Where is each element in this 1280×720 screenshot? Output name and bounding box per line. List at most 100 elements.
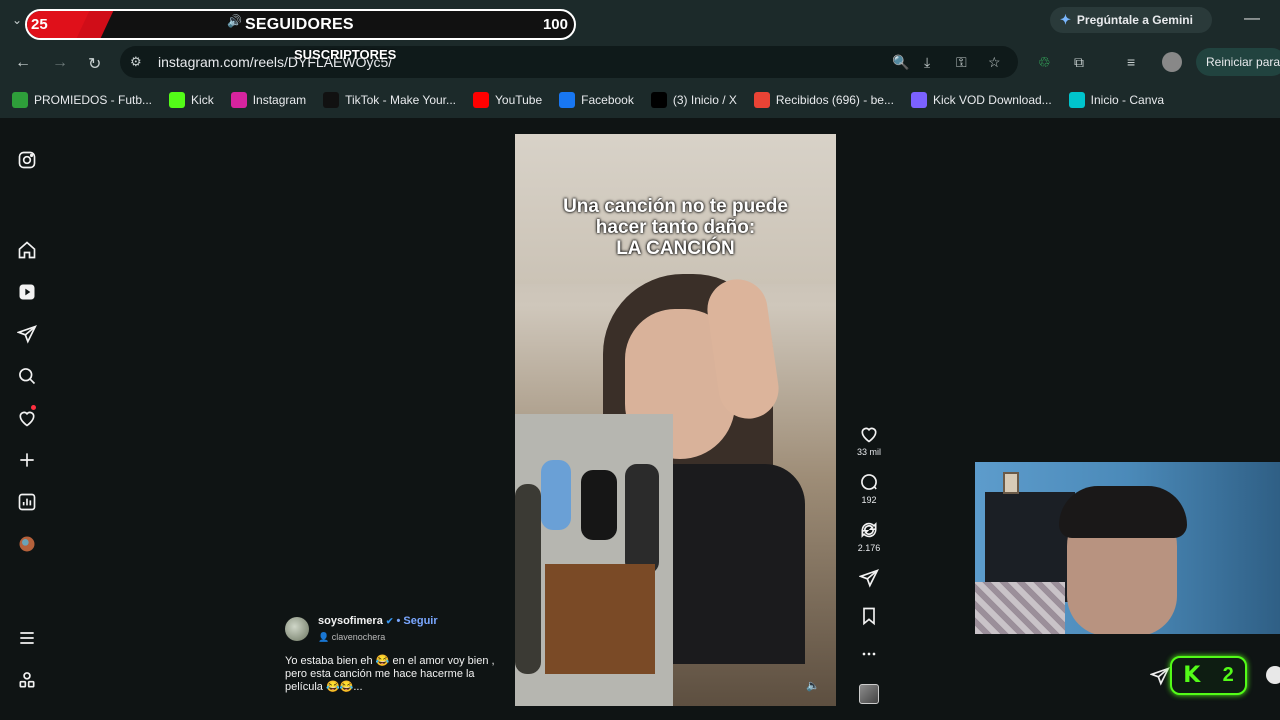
browser-toolbar: ← → ↻ ⚙ instagram.com/reels/DYFLAEWOyc5/… bbox=[0, 42, 1280, 82]
follower-goal-bar: 25 🔊 SEGUIDORES 100 bbox=[25, 9, 576, 40]
inset-table bbox=[545, 564, 655, 674]
goal-target-count: 100 bbox=[542, 16, 568, 33]
save-button[interactable] bbox=[852, 606, 886, 626]
goal-sublabel: SUSCRIPTORES bbox=[294, 47, 397, 62]
send-icon[interactable] bbox=[1150, 666, 1170, 686]
reel-caption-line1: Una canción no te puede bbox=[563, 196, 788, 217]
extension-green-icon[interactable]: ♲ bbox=[1038, 54, 1051, 71]
repost-icon bbox=[861, 522, 877, 538]
reel-video[interactable]: Una canción no te puede hacer tanto daño… bbox=[515, 134, 836, 706]
profile-avatar-icon[interactable] bbox=[17, 534, 37, 554]
messenger-bubble-icon[interactable] bbox=[1266, 666, 1280, 684]
webcam-bed bbox=[975, 582, 1065, 634]
verified-badge-icon: ✔ bbox=[385, 616, 394, 626]
bookmark-item[interactable]: Facebook bbox=[559, 92, 634, 108]
audio-attribution[interactable]: 👤 clavenochera bbox=[318, 632, 385, 643]
reel-caption-line3: LA CANCIÓN bbox=[616, 238, 735, 259]
author-name-row: soysofimera ✔ • Seguir bbox=[318, 615, 438, 627]
audio-thumbnail[interactable] bbox=[859, 684, 879, 704]
ellipsis-icon bbox=[862, 652, 876, 656]
media-controls-icon[interactable]: ≡ bbox=[1127, 54, 1135, 70]
profile-avatar[interactable] bbox=[1162, 52, 1182, 72]
bookmark-item[interactable]: Inicio - Canva bbox=[1068, 92, 1164, 108]
notifications-heart-icon[interactable] bbox=[17, 405, 37, 428]
more-menu-icon[interactable] bbox=[17, 628, 37, 648]
notification-dot bbox=[31, 405, 36, 410]
bookmark-item[interactable]: (3) Inicio / X bbox=[650, 92, 737, 108]
tab-search-chevron-icon[interactable]: ⌄ bbox=[12, 13, 26, 27]
share-button[interactable] bbox=[852, 568, 886, 588]
bookmark-label: Instagram bbox=[252, 93, 307, 107]
like-button[interactable]: 33 mil bbox=[852, 424, 886, 457]
bookmark-item[interactable]: PROMIEDOS - Futb... bbox=[12, 92, 152, 108]
extensions-puzzle-icon[interactable]: ⧉ bbox=[1074, 54, 1084, 71]
address-bar[interactable]: ⚙ instagram.com/reels/DYFLAEWOyc5/ 🔍 ⤓ ⚿… bbox=[120, 46, 1018, 78]
follow-button[interactable]: Seguir bbox=[403, 615, 437, 627]
install-app-icon[interactable]: ⤓ bbox=[924, 54, 930, 71]
audio-name: clavenochera bbox=[331, 632, 386, 642]
repost-button[interactable]: 2.176 bbox=[852, 520, 886, 553]
site-info-icon[interactable]: ⚙ bbox=[130, 54, 142, 70]
forward-arrow-icon[interactable]: → bbox=[52, 54, 68, 72]
back-arrow-icon[interactable]: ← bbox=[15, 54, 31, 72]
comment-icon bbox=[861, 474, 877, 490]
also-from-meta-icon[interactable] bbox=[17, 670, 37, 690]
direct-messages-icon[interactable] bbox=[17, 324, 37, 344]
dashboard-icon[interactable] bbox=[17, 492, 37, 512]
bookmark-item[interactable]: Kick VOD Download... bbox=[910, 92, 1052, 108]
bookmark-icon bbox=[863, 607, 875, 626]
reels-icon[interactable] bbox=[17, 282, 37, 302]
inset-person bbox=[581, 470, 617, 540]
bookmark-label: TikTok - Make Your... bbox=[345, 93, 456, 107]
restart-button[interactable]: Reiniciar para bbox=[1196, 48, 1280, 76]
gemini-button[interactable]: ✦ Pregúntale a Gemini bbox=[1050, 7, 1212, 33]
volume-icon[interactable]: 🔈 bbox=[806, 679, 820, 692]
bookmark-label: PROMIEDOS - Futb... bbox=[34, 93, 153, 107]
bookmark-item[interactable]: Instagram bbox=[230, 92, 307, 108]
bookmark-item[interactable]: Kick bbox=[169, 92, 214, 108]
bookmark-label: (3) Inicio / X bbox=[672, 93, 737, 107]
tiktok-icon bbox=[323, 92, 340, 108]
repost-count: 2.176 bbox=[857, 543, 881, 553]
reel-caption-overlay: Una canción no te puede hacer tanto daño… bbox=[515, 196, 836, 259]
webcam-overlay bbox=[975, 462, 1280, 634]
gmail-icon bbox=[753, 92, 770, 108]
minimize-window-button[interactable]: — bbox=[1244, 10, 1260, 28]
heart-icon bbox=[861, 427, 877, 443]
inset-person bbox=[515, 484, 541, 674]
search-icon[interactable] bbox=[17, 366, 37, 386]
zoom-icon[interactable]: 🔍 bbox=[892, 54, 909, 71]
instagram-page: Una canción no te puede hacer tanto daño… bbox=[0, 118, 1280, 720]
gemini-label: Pregúntale a Gemini bbox=[1076, 13, 1193, 27]
goal-current-count: 25 bbox=[31, 16, 48, 33]
reel-inset-video bbox=[515, 414, 673, 706]
comment-button[interactable]: 192 bbox=[852, 472, 886, 505]
person-icon: 👤 bbox=[318, 632, 330, 642]
bookmark-label: Recibidos (696) - be... bbox=[775, 93, 894, 107]
inset-person bbox=[625, 464, 659, 574]
bookmark-label: Kick VOD Download... bbox=[932, 93, 1052, 107]
instagram-logo-icon[interactable] bbox=[17, 150, 37, 170]
password-key-icon[interactable]: ⚿ bbox=[956, 54, 967, 71]
bookmarks-bar: PROMIEDOS - Futb... Kick Instagram TikTok -… bbox=[0, 82, 1280, 118]
author-avatar[interactable] bbox=[285, 617, 309, 641]
instagram-icon bbox=[230, 92, 247, 108]
author-username[interactable]: soysofimera bbox=[318, 615, 383, 627]
bookmark-item[interactable]: TikTok - Make Your... bbox=[323, 92, 456, 108]
gemini-star-icon: ✦ bbox=[1060, 12, 1071, 27]
x-icon bbox=[650, 92, 667, 108]
bookmark-label: Facebook bbox=[581, 93, 634, 107]
bookmark-item[interactable]: Recibidos (696) - be... bbox=[753, 92, 894, 108]
bookmark-star-icon[interactable]: ☆ bbox=[988, 54, 1001, 71]
reload-icon[interactable]: ↻ bbox=[88, 54, 101, 74]
like-count: 33 mil bbox=[856, 447, 881, 457]
speaker-icon: 🔊 bbox=[227, 14, 242, 28]
more-options-button[interactable] bbox=[852, 644, 886, 664]
streamer-hair bbox=[1059, 486, 1187, 538]
promiedos-icon bbox=[12, 92, 28, 108]
create-plus-icon[interactable] bbox=[17, 450, 37, 470]
kick-viewer-number: 2 bbox=[1222, 664, 1234, 686]
bookmark-item[interactable]: YouTube bbox=[473, 92, 542, 108]
webcam-picture-frame bbox=[1003, 472, 1019, 494]
home-icon[interactable] bbox=[17, 240, 37, 260]
